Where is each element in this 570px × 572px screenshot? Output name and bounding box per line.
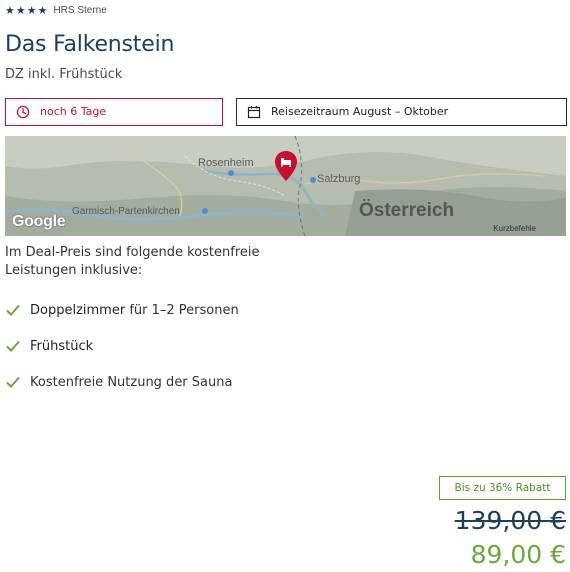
feature-bold: Doppelzimmer: [30, 302, 126, 318]
old-price: 139,00 €: [454, 506, 566, 535]
check-icon: [5, 302, 21, 318]
map-label-country: Österreich: [359, 200, 455, 221]
discount-badge: Bis zu 36% Rabatt: [439, 476, 566, 500]
map-label-rosenheim: Rosenheim: [198, 157, 254, 169]
deal-intro-text: Im Deal-Preis sind folgende kostenfreie …: [5, 245, 260, 278]
feature-rest: für 1–2 Personen: [125, 302, 239, 318]
hotel-rating: ★★★★ HRS Sterne: [5, 5, 107, 17]
hotel-title: Das Falkenstein: [5, 32, 175, 57]
feature-text: Kostenfreie Nutzung der Sauna: [30, 375, 232, 390]
map-marker-icon[interactable]: [274, 150, 298, 182]
included-features-list: Doppelzimmer für 1–2 Personen Frühstück …: [5, 300, 239, 408]
calendar-icon: [247, 105, 261, 119]
countdown-text: noch 6 Tage: [40, 105, 107, 118]
room-type: DZ inkl. Frühstück: [5, 67, 123, 82]
map-label-garmisch: Garmisch-Partenkirchen: [72, 206, 180, 217]
travel-period-text: Reisezeitraum August – Oktober: [271, 105, 449, 118]
feature-bold: Frühstück: [30, 338, 94, 354]
list-item: Kostenfreie Nutzung der Sauna: [5, 372, 239, 392]
clock-icon: [16, 105, 30, 119]
deal-price: 89,00 €: [470, 540, 566, 569]
star-icon: ★★★★: [5, 4, 49, 17]
google-logo[interactable]: Google: [12, 213, 66, 231]
travel-period-tag: Reisezeitraum August – Oktober: [236, 98, 567, 126]
keyboard-shortcuts-link[interactable]: Kurzbefehle: [493, 224, 536, 233]
list-item: Doppelzimmer für 1–2 Personen: [5, 300, 239, 320]
check-icon: [5, 374, 21, 390]
feature-text: Frühstück: [30, 339, 93, 354]
check-icon: [5, 338, 21, 354]
feature-text: Doppelzimmer für 1–2 Personen: [30, 303, 239, 318]
countdown-tag: noch 6 Tage: [5, 98, 223, 126]
map-label-salzburg: Salzburg: [317, 173, 361, 185]
rating-label: HRS Sterne: [53, 5, 107, 16]
list-item: Frühstück: [5, 336, 239, 356]
feature-rest: Kostenfreie Nutzung der Sauna: [30, 374, 233, 390]
location-map[interactable]: Rosenheim Salzburg Garmisch-Partenkirche…: [5, 136, 566, 236]
